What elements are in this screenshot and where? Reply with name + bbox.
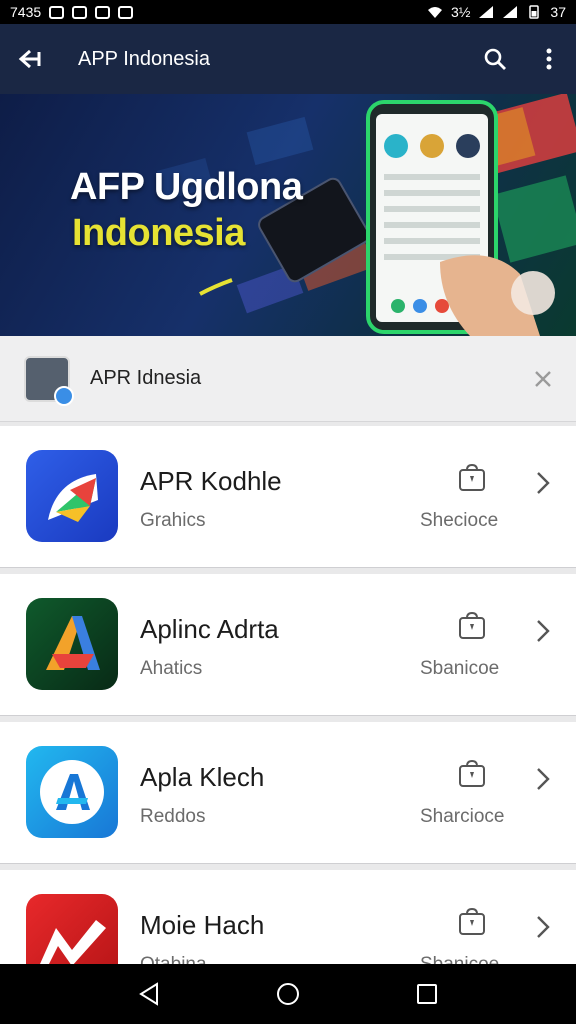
signal-icon [479, 6, 494, 18]
app-name: APR Kodhle [140, 466, 282, 496]
list-item[interactable]: Aplinc Adrta Ahatics Sbanicoe [0, 574, 576, 716]
app-category: Reddos [140, 806, 206, 827]
chevron-right-icon[interactable] [528, 764, 558, 794]
app-icon [26, 598, 118, 690]
battery-percent: 3½ [450, 4, 471, 20]
app-category: Ahatics [140, 658, 203, 679]
store-bag-icon[interactable] [456, 610, 488, 642]
nav-back-icon [139, 982, 159, 1006]
store-bag-icon[interactable] [456, 906, 488, 938]
store-label: Sbanicoe [420, 658, 500, 679]
app-name: Aplinc Adrta [140, 614, 279, 644]
wifi-icon [427, 7, 442, 18]
notification-icon [95, 5, 111, 19]
notification-icon [72, 5, 88, 19]
nav-recents-icon [416, 984, 437, 1004]
app-bar: APP Indonesia [0, 24, 576, 94]
status-clock: 37 [550, 4, 566, 20]
app-bar-actions [468, 24, 576, 94]
nav-home-icon [276, 983, 299, 1005]
more-vert-icon [546, 48, 552, 70]
battery-icon [529, 5, 540, 19]
notice-avatar [24, 355, 74, 406]
app-name: Apla Klech [140, 762, 265, 792]
banner-subtitle: Indonesia [72, 212, 245, 254]
app-name: Moie Hach [140, 910, 265, 940]
status-right: 3½ 37 [427, 4, 566, 20]
back-button[interactable] [0, 24, 62, 94]
app-icon [26, 450, 118, 542]
system-nav-bar [0, 964, 576, 1024]
chevron-right-icon[interactable] [528, 616, 558, 646]
back-arrow-icon [18, 49, 41, 69]
chevron-right-icon[interactable] [528, 468, 558, 498]
app-category: Grahics [140, 510, 206, 531]
letter-a-icon [46, 616, 100, 670]
page-title: APP Indonesia [78, 47, 210, 70]
status-left: 7435 [10, 4, 134, 20]
dismiss-button[interactable] [510, 336, 576, 422]
close-icon [535, 370, 551, 387]
search-icon [484, 48, 506, 70]
store-label: Sharcioce [420, 806, 505, 827]
list-item[interactable]: APR Kodhle Grahics Shecioce [0, 426, 576, 568]
chevron-right-icon[interactable] [528, 912, 558, 942]
signal-icon [503, 6, 518, 18]
promo-banner[interactable]: AFP Ugdlona Indonesia [0, 94, 576, 336]
notification-icon [118, 5, 134, 19]
play-triangle-icon [48, 474, 98, 522]
notice-text: APR Idnesia [90, 367, 202, 389]
store-bag-icon[interactable] [456, 758, 488, 790]
status-time: 7435 [10, 4, 42, 20]
store-label: Shecioce [420, 510, 499, 531]
overflow-menu-button[interactable] [522, 24, 576, 94]
notification-icon [49, 5, 65, 19]
list-item[interactable]: Apla Klech Reddos Sharcioce [0, 722, 576, 864]
store-bag-icon[interactable] [456, 462, 488, 494]
nav-home-button[interactable] [258, 964, 318, 1024]
chrome-badge-icon [54, 385, 74, 406]
nav-back-button[interactable] [119, 964, 179, 1024]
status-bar: 7435 3½ 37 [0, 0, 576, 24]
app-icon [26, 746, 118, 838]
banner-title: AFP Ugdlona [70, 166, 303, 208]
search-button[interactable] [468, 24, 522, 94]
nav-recents-button[interactable] [397, 964, 457, 1024]
app-store-a-icon [40, 760, 104, 824]
notification-strip[interactable]: APR Idnesia [0, 336, 576, 422]
